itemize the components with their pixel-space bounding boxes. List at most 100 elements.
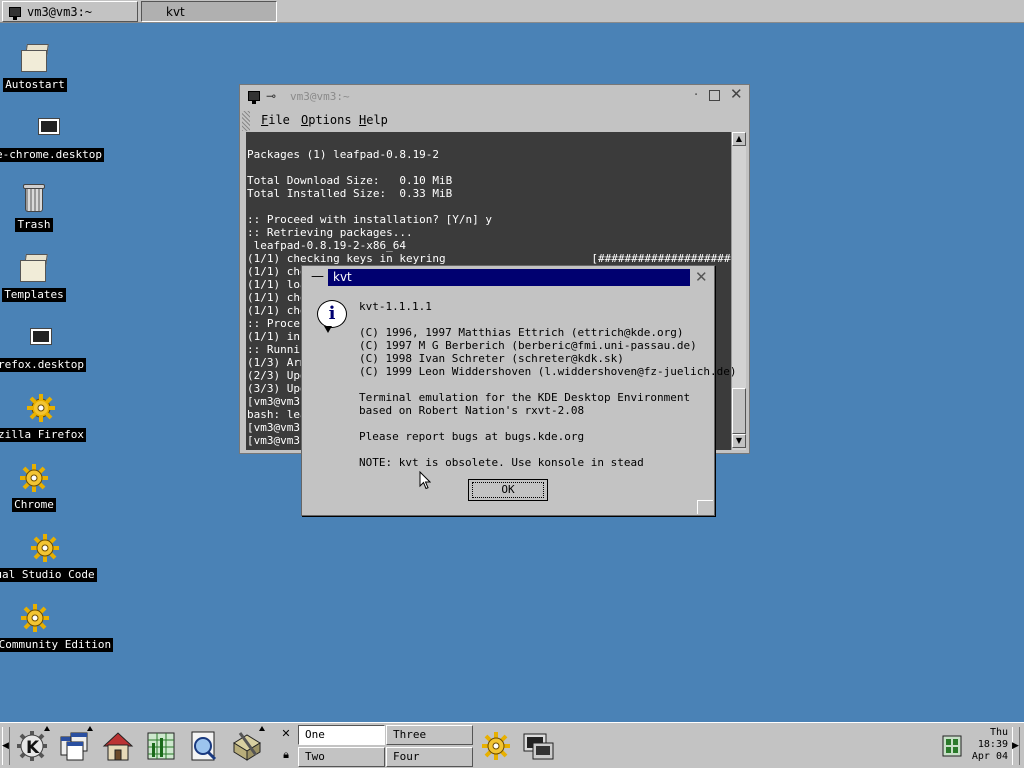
window-menu-icon[interactable]: —: [311, 269, 324, 284]
desktop-icon-firefox-desktop[interactable]: refox.desktop: [0, 322, 91, 372]
close-button[interactable]: ✕: [730, 87, 743, 102]
about-line: (C) 1997 M G Berberich (berberic@fmi.uni…: [359, 339, 697, 352]
resize-grip[interactable]: [697, 500, 713, 514]
menu-options[interactable]: Options: [301, 113, 352, 127]
about-line: [359, 378, 709, 391]
task-kvt[interactable]: kvt: [141, 1, 277, 22]
pager-desktop-four[interactable]: Four: [386, 747, 473, 767]
mouse-cursor-icon: [419, 471, 431, 490]
about-line: (C) 1999 Leon Widdershoven (l.widdershov…: [359, 365, 737, 378]
dialog-titlebar[interactable]: — kvt ✕: [302, 266, 714, 288]
desktop-icon-templates[interactable]: Templates: [0, 252, 84, 302]
panel-handle-right[interactable]: ▶: [1012, 727, 1020, 765]
about-line: (C) 1998 Ivan Schreter (schreter@kdk.sk): [359, 352, 624, 365]
terminal-scrollbar[interactable]: ▲ ▼: [731, 132, 746, 450]
network-icon: [942, 735, 962, 757]
clock-date: Apr 04: [971, 751, 1008, 762]
about-line: [359, 417, 709, 430]
top-taskbar: vm3@vm3:~ kvt: [0, 0, 1024, 23]
scroll-up-button[interactable]: ▲: [732, 132, 746, 146]
windows-list-icon: [60, 732, 88, 761]
ok-button[interactable]: OK: [468, 479, 548, 501]
version-label: kvt-1.1.1.1: [359, 300, 432, 313]
terminal-file-icon: [33, 112, 65, 144]
gear-icon: [25, 392, 57, 424]
terminal-icon: [248, 91, 260, 104]
menu-help[interactable]: Help: [359, 113, 388, 127]
about-line: Terminal emulation for the KDE Desktop E…: [359, 391, 691, 404]
svg-text:K: K: [26, 738, 40, 758]
network-button[interactable]: [938, 725, 966, 767]
terminal-line: (1/1) checking keys in keyring [########…: [247, 252, 731, 265]
task-terminal-vm3[interactable]: vm3@vm3:~: [2, 1, 138, 22]
terminal-line: Total Download Size: 0.10 MiB: [247, 174, 453, 187]
folder-icon: [18, 252, 50, 284]
terminal-line: Packages (1) leafpad-0.8.19-2: [247, 148, 440, 161]
scroll-down-button[interactable]: ▼: [732, 434, 746, 448]
find-icon: [191, 731, 217, 761]
about-kvt-dialog: — kvt ✕ i kvt-1.1.1.1 (C) 1996, 1997 Mat…: [301, 265, 737, 516]
gear-icon: [29, 532, 61, 564]
desktop-icon-autostart[interactable]: Autostart: [0, 42, 85, 92]
settings-button[interactable]: [476, 725, 516, 767]
minimize-button[interactable]: ‧: [694, 89, 698, 103]
desktop-icon-trash[interactable]: Trash: [0, 182, 84, 232]
monitor-icon: [523, 733, 554, 760]
clock[interactable]: Thu 18:39 Apr 04: [966, 727, 1008, 763]
terminal-launcher-button[interactable]: [518, 725, 558, 767]
desktop-icon-visual-studio-code[interactable]: ual Studio Code: [0, 532, 97, 582]
about-line: NOTE: kvt is obsolete. Use konsole in st…: [359, 456, 644, 469]
close-icon[interactable]: ✕: [695, 268, 708, 286]
scroll-thumb[interactable]: [732, 388, 746, 434]
about-line: (C) 1996, 1997 Matthias Ettrich (ettrich…: [359, 326, 684, 339]
clock-time: 18:39: [977, 739, 1008, 750]
panel-handle[interactable]: ◀: [2, 727, 10, 765]
spreadsheet-button[interactable]: [141, 725, 181, 767]
tools-icon: [233, 732, 261, 761]
kde-menu-icon: K: [17, 731, 47, 761]
terminal-titlebar[interactable]: ⊸ vm3@vm3:~ ‧ ✕: [240, 85, 749, 109]
kde-menu-button[interactable]: K: [12, 725, 52, 767]
about-line: based on Robert Nation's rxvt-2.08: [359, 404, 585, 417]
about-text: kvt-1.1.1.1 (C) 1996, 1997 Matthias Ettr…: [359, 300, 737, 469]
task-label: kvt: [166, 4, 185, 19]
dialog-title: kvt: [328, 269, 690, 286]
pager-desktop-three[interactable]: Three: [386, 725, 473, 745]
folder-icon: [19, 42, 51, 74]
bottom-panel: ◀ K ✕ 🔒︎ One Two Three Four Thu 18:39 Ap…: [0, 722, 1024, 768]
gear-icon: [18, 462, 50, 494]
terminal-icon: [9, 6, 21, 20]
terminal-menubar: File Options Help: [240, 111, 749, 131]
about-line: Please report bugs at bugs.kde.org: [359, 430, 585, 443]
terminal-line: :: Proceed with installation? [Y/n] y: [247, 213, 493, 226]
find-button[interactable]: [184, 725, 224, 767]
about-line: [359, 313, 709, 326]
window-list-button[interactable]: [55, 725, 95, 767]
home-icon: [102, 732, 134, 761]
lock-icon[interactable]: 🔒︎: [277, 746, 295, 766]
home-button[interactable]: [98, 725, 138, 767]
desktop-icon-chrome[interactable]: Chrome: [0, 462, 84, 512]
toolbar-grip[interactable]: [242, 111, 250, 131]
close-x-icon[interactable]: ✕: [277, 725, 295, 745]
terminal-file-icon: [25, 322, 57, 354]
clock-day: Thu: [989, 727, 1008, 738]
terminal-line: leafpad-0.8.19-2-x86_64: [247, 239, 406, 252]
pager-desktop-two[interactable]: Two: [298, 747, 385, 767]
menu-file[interactable]: File: [261, 113, 290, 127]
tools-button[interactable]: [227, 725, 267, 767]
trash-icon: [18, 182, 50, 214]
desktop-icon-mozilla-firefox[interactable]: zilla Firefox: [0, 392, 91, 442]
pin-icon[interactable]: ⊸: [266, 89, 276, 103]
desktop-icon-chrome-desktop[interactable]: e-chrome.desktop: [0, 112, 104, 162]
task-label: vm3@vm3:~: [27, 4, 93, 19]
info-icon: i: [317, 300, 347, 333]
desktop-icon-pycharm[interactable]: Charm Community Edition: [0, 602, 114, 652]
gear-icon: [19, 602, 51, 634]
maximize-button[interactable]: [709, 90, 720, 101]
pager-desktop-one[interactable]: One: [298, 725, 385, 745]
about-line: [359, 443, 709, 456]
terminal-line: Total Installed Size: 0.33 MiB: [247, 187, 453, 200]
